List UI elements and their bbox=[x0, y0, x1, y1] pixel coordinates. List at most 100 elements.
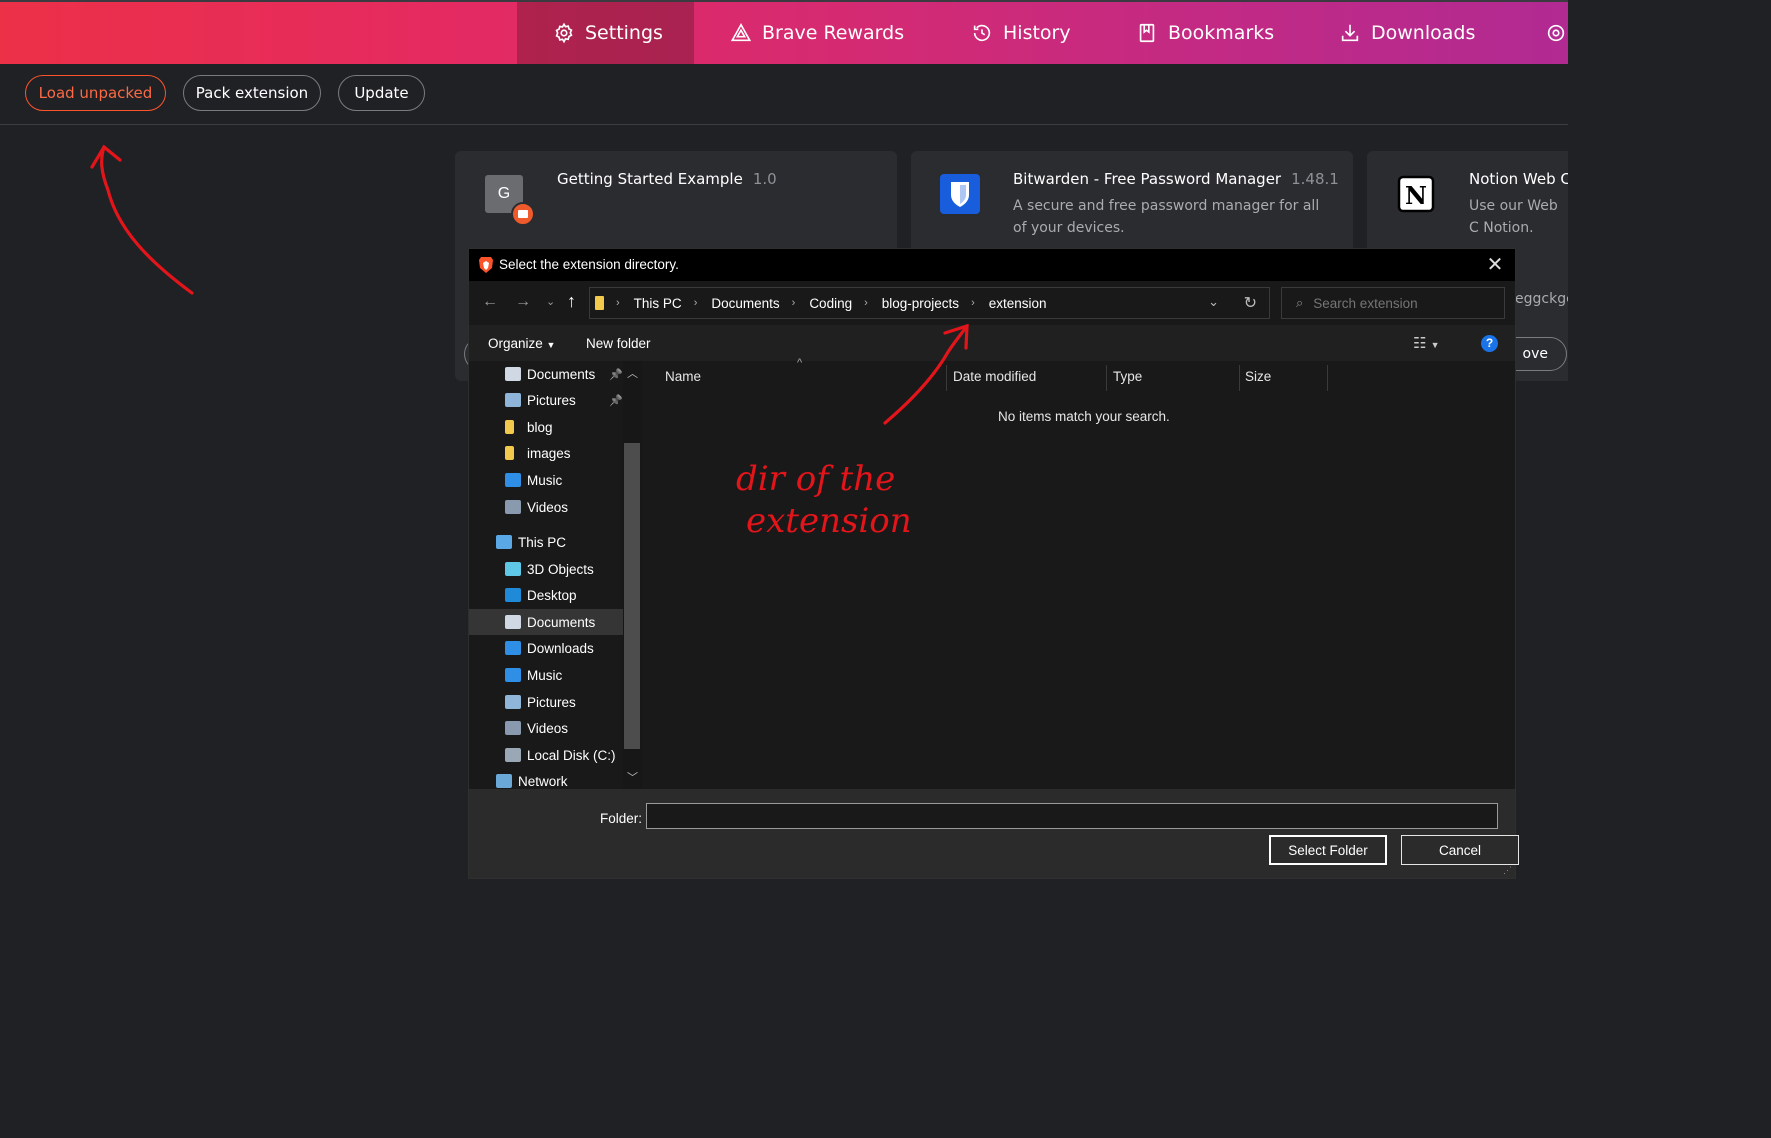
nav-item-this-pc[interactable]: This PC bbox=[469, 529, 623, 555]
chevron-right-icon: › bbox=[971, 297, 975, 309]
tab-settings-label: Settings bbox=[585, 22, 663, 44]
nav-item-documents[interactable]: Documents 📌 bbox=[469, 361, 623, 387]
tab-downloads[interactable]: Downloads bbox=[1303, 2, 1509, 64]
nav-item-desktop[interactable]: Desktop bbox=[469, 582, 623, 608]
rewards-triangle-icon bbox=[730, 23, 752, 42]
tab-settings[interactable]: Settings bbox=[517, 2, 694, 64]
forward-arrow-icon[interactable]: → bbox=[515, 293, 531, 311]
address-bar[interactable]: › This PC › Documents › Coding › blog-pr… bbox=[589, 287, 1270, 319]
nav-item-videos[interactable]: Videos bbox=[469, 494, 623, 520]
dialog-footer: Folder: Select Folder Cancel ⋰ bbox=[469, 789, 1519, 878]
column-divider[interactable] bbox=[946, 365, 947, 391]
search-box[interactable]: ⌕ bbox=[1281, 287, 1505, 319]
refresh-icon[interactable]: ↻ bbox=[1244, 293, 1257, 313]
search-input[interactable] bbox=[1311, 294, 1486, 312]
extension-description: A secure and free password manager for a… bbox=[1013, 198, 1320, 236]
update-button[interactable]: Update bbox=[338, 75, 425, 111]
bookmark-icon bbox=[1139, 23, 1155, 43]
nav-item-videos[interactable]: Videos bbox=[469, 715, 623, 741]
nav-item-downloads[interactable]: Downloads bbox=[469, 635, 623, 661]
resize-grip-icon[interactable]: ⋰ bbox=[1503, 865, 1512, 876]
folder-label: Folder: bbox=[600, 811, 643, 826]
nav-item-pictures[interactable]: Pictures 📌 bbox=[469, 387, 623, 413]
nav-item-music[interactable]: Music bbox=[469, 662, 623, 688]
column-divider[interactable] bbox=[1327, 365, 1328, 391]
select-folder-dialog: Select the extension directory. ✕ ← → ⌄ … bbox=[468, 248, 1519, 879]
extension-name: Notion Web Cli bbox=[1469, 170, 1568, 188]
folder-icon bbox=[505, 420, 514, 434]
nav-item-label: Music bbox=[527, 667, 563, 683]
nav-item-label: Documents bbox=[527, 614, 596, 630]
nav-item-blog[interactable]: blog bbox=[469, 414, 623, 440]
folder-input[interactable] bbox=[646, 803, 1498, 829]
breadcrumb-this-pc[interactable]: This PC bbox=[634, 296, 682, 311]
extensions-icon bbox=[1547, 24, 1565, 42]
command-bar: Organize ▼ New folder ☷ ▼ ? bbox=[469, 325, 1515, 361]
extension-name-text: Bitwarden - Free Password Manager bbox=[1013, 170, 1282, 188]
tab-bookmarks[interactable]: Bookmarks bbox=[1100, 2, 1303, 64]
new-folder-button[interactable]: New folder bbox=[586, 336, 651, 351]
nav-item-pictures[interactable]: Pictures bbox=[469, 689, 623, 715]
scroll-down-icon[interactable]: ﹀ bbox=[627, 769, 638, 785]
tab-extensions-partial[interactable] bbox=[1509, 2, 1568, 64]
nav-item-3d-objects[interactable]: 3D Objects bbox=[469, 556, 623, 582]
brave-lion-icon bbox=[479, 257, 493, 273]
dropdown-caret-icon: ▼ bbox=[546, 340, 556, 350]
dialog-titlebar: Select the extension directory. ✕ bbox=[469, 249, 1515, 281]
nav-item-documents[interactable]: Documents bbox=[469, 609, 623, 635]
network-icon bbox=[496, 774, 512, 788]
column-header-type[interactable]: Type bbox=[1113, 369, 1142, 384]
pictures-icon bbox=[505, 695, 521, 709]
breadcrumb-coding[interactable]: Coding bbox=[809, 296, 852, 311]
nav-item-local-disk-c[interactable]: Local Disk (C:) bbox=[469, 742, 623, 768]
sort-ascending-icon: ^ bbox=[797, 357, 803, 369]
nav-item-label: Videos bbox=[527, 720, 569, 736]
column-header-size[interactable]: Size bbox=[1245, 369, 1271, 384]
tab-history-label: History bbox=[1003, 22, 1071, 44]
svg-text:N: N bbox=[1405, 181, 1427, 210]
nav-item-network[interactable]: Network bbox=[469, 768, 623, 789]
folder-icon bbox=[505, 446, 514, 460]
nav-item-label: Pictures bbox=[527, 694, 576, 710]
chevron-right-icon: › bbox=[693, 297, 698, 309]
help-icon[interactable]: ? bbox=[1481, 335, 1498, 352]
column-divider[interactable] bbox=[1239, 365, 1240, 391]
bitwarden-shield-icon bbox=[940, 174, 980, 214]
extension-name-text: Getting Started Example bbox=[557, 170, 743, 188]
organize-menu[interactable]: Organize ▼ bbox=[488, 336, 555, 351]
recent-locations-chevron-icon[interactable]: ⌄ bbox=[546, 295, 555, 308]
nav-item-label: This PC bbox=[518, 534, 567, 550]
column-header-name[interactable]: Name bbox=[665, 369, 701, 384]
extension-name: Bitwarden - Free Password Manager 1.48.1 bbox=[1013, 170, 1339, 188]
nav-item-music[interactable]: Music bbox=[469, 467, 623, 493]
back-arrow-icon[interactable]: ← bbox=[482, 293, 498, 311]
column-divider[interactable] bbox=[1106, 365, 1107, 391]
cancel-button[interactable]: Cancel bbox=[1401, 835, 1519, 865]
tab-history[interactable]: History bbox=[935, 2, 1100, 64]
up-arrow-icon[interactable]: ↑ bbox=[567, 291, 576, 312]
breadcrumb-extension[interactable]: extension bbox=[989, 296, 1047, 311]
column-header-date-modified[interactable]: Date modified bbox=[953, 369, 1036, 384]
select-folder-button[interactable]: Select Folder bbox=[1269, 835, 1387, 865]
unpacked-badge-icon bbox=[511, 202, 535, 226]
close-icon[interactable]: ✕ bbox=[1485, 255, 1505, 275]
search-icon: ⌕ bbox=[1296, 295, 1304, 310]
nav-item-label: Documents bbox=[527, 366, 596, 382]
extensions-toolbar: Load unpacked Pack extension Update bbox=[0, 64, 1568, 125]
pin-icon: 📌 bbox=[609, 394, 623, 407]
scroll-up-icon[interactable]: ︿ bbox=[627, 365, 638, 381]
folder-icon bbox=[595, 296, 604, 310]
dialog-title: Select the extension directory. bbox=[499, 257, 679, 272]
pin-icon: 📌 bbox=[609, 368, 623, 381]
nav-item-images[interactable]: images bbox=[469, 440, 623, 466]
breadcrumb-blog-projects[interactable]: blog-projects bbox=[882, 296, 959, 311]
address-dropdown-chevron-icon[interactable]: ⌄ bbox=[1208, 294, 1219, 310]
tab-brave-rewards[interactable]: Brave Rewards bbox=[694, 2, 931, 64]
load-unpacked-button[interactable]: Load unpacked bbox=[25, 75, 166, 111]
remove-button-label: ove bbox=[1522, 346, 1548, 362]
nav-scrollbar-thumb[interactable] bbox=[624, 443, 640, 749]
pack-extension-button[interactable]: Pack extension bbox=[183, 75, 321, 111]
view-options-icon[interactable]: ☷ ▼ bbox=[1413, 334, 1440, 352]
breadcrumb-documents[interactable]: Documents bbox=[711, 296, 779, 311]
extension-description: Use our Web C Notion. bbox=[1469, 198, 1558, 236]
